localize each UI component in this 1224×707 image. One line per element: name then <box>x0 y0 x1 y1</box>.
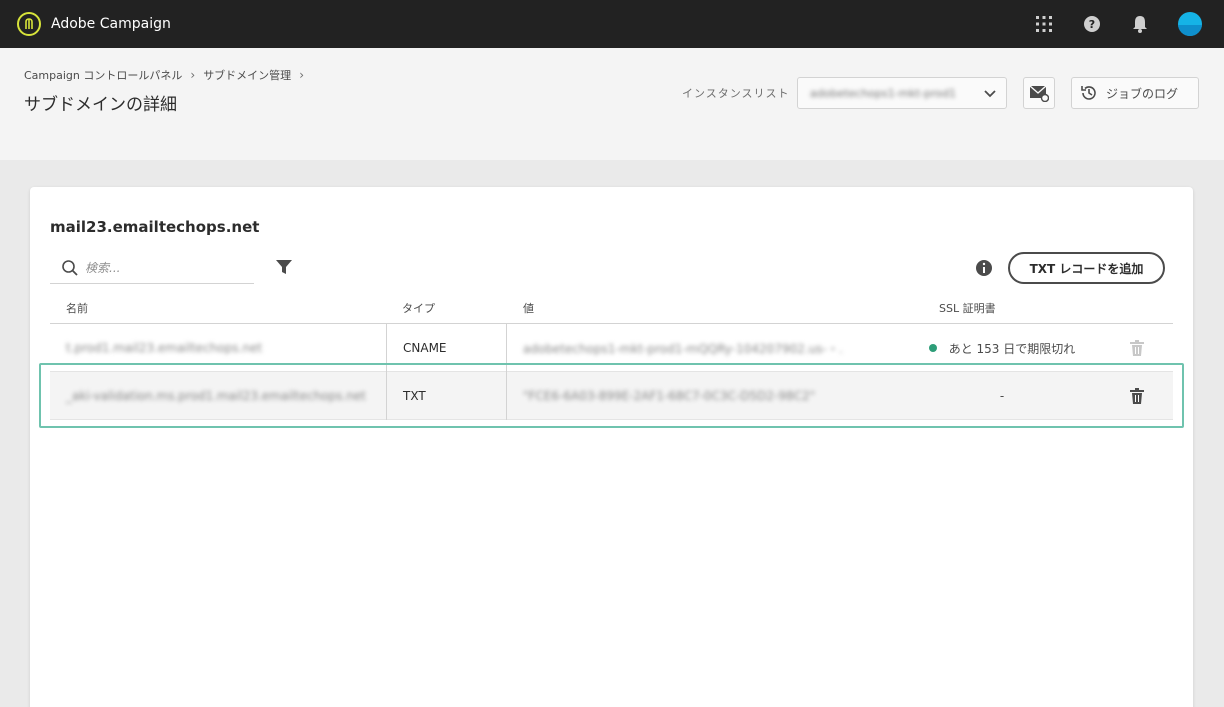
search-box <box>50 253 254 284</box>
table-row[interactable]: t.prod1.mail23.emailtechops.net CNAME ad… <box>50 324 1173 372</box>
table-header: 名前 タイプ 値 SSL 証明書 <box>50 291 1173 324</box>
subdomain-card: mail23.emailtechops.net TXT レコードを追加 名前 タ… <box>30 187 1193 707</box>
top-bar: Adobe Campaign ? <box>0 0 1224 48</box>
history-icon <box>1081 86 1096 100</box>
record-value: "FCE6-6A03-899E-2AF1-68C7-0C3C-D5D2-98C2… <box>523 389 816 403</box>
chevron-right-icon: › <box>299 68 304 82</box>
ssl-status: あと 153 日で期限切れ <box>948 341 1076 356</box>
page-header: Campaign コントロールパネル › サブドメイン管理 › サブドメインの詳… <box>0 48 1224 160</box>
domain-title: mail23.emailtechops.net <box>50 218 260 236</box>
add-txt-record-button[interactable]: TXT レコードを追加 <box>1008 252 1165 284</box>
mail-settings-button[interactable] <box>1023 77 1055 109</box>
record-value: adobetechops1-mkt-prod1-mQQRy-104207902.… <box>523 341 843 356</box>
filter-icon[interactable] <box>275 258 293 276</box>
help-icon[interactable]: ? <box>1080 12 1104 36</box>
trash-icon <box>1130 340 1144 356</box>
job-log-label: ジョブのログ <box>1106 86 1179 101</box>
table-row[interactable]: _aki-validation.ms.prod1.mail23.emailtec… <box>50 372 1173 420</box>
info-icon[interactable] <box>974 258 994 278</box>
app-name: Adobe Campaign <box>51 16 171 32</box>
apps-grid-icon[interactable] <box>1032 12 1056 36</box>
column-name[interactable]: 名前 <box>66 300 88 316</box>
trash-icon <box>1130 388 1144 404</box>
search-icon <box>62 260 78 276</box>
column-type[interactable]: タイプ <box>402 300 435 316</box>
svg-text:?: ? <box>1089 18 1095 31</box>
breadcrumb-control-panel[interactable]: Campaign コントロールパネル <box>24 67 182 83</box>
record-name: _aki-validation.ms.prod1.mail23.emailtec… <box>66 389 366 403</box>
status-dot <box>928 344 937 352</box>
instance-select[interactable]: adobetechops1-mkt-prod1 <box>797 77 1007 109</box>
brand[interactable]: Adobe Campaign <box>17 12 171 36</box>
record-type: TXT <box>403 389 426 403</box>
breadcrumb-subdomain-management[interactable]: サブドメイン管理 <box>203 67 291 83</box>
records-table: 名前 タイプ 値 SSL 証明書 t.prod1.mail23.emailtec… <box>50 291 1173 420</box>
mail-settings-icon <box>1029 85 1049 102</box>
bell-icon[interactable] <box>1128 12 1152 36</box>
delete-button-disabled <box>1117 324 1157 372</box>
column-value[interactable]: 値 <box>523 300 534 316</box>
breadcrumb: Campaign コントロールパネル › サブドメイン管理 › <box>24 67 312 83</box>
avatar[interactable] <box>1178 12 1202 36</box>
search-input[interactable] <box>85 261 245 275</box>
record-name: t.prod1.mail23.emailtechops.net <box>66 341 263 355</box>
chevron-right-icon: › <box>190 68 196 82</box>
job-log-button[interactable]: ジョブのログ <box>1071 77 1199 109</box>
column-ssl-certificate[interactable]: SSL 証明書 <box>939 300 996 316</box>
chevron-down-icon <box>984 90 996 98</box>
ssl-status: - <box>999 389 1005 403</box>
instance-value: adobetechops1-mkt-prod1 <box>810 86 957 100</box>
page-title: サブドメインの詳細 <box>24 95 177 115</box>
delete-button[interactable] <box>1117 372 1157 420</box>
instance-list-label: インスタンスリスト <box>682 87 790 100</box>
adobe-campaign-logo-icon <box>17 12 41 36</box>
record-type: CNAME <box>403 341 447 355</box>
